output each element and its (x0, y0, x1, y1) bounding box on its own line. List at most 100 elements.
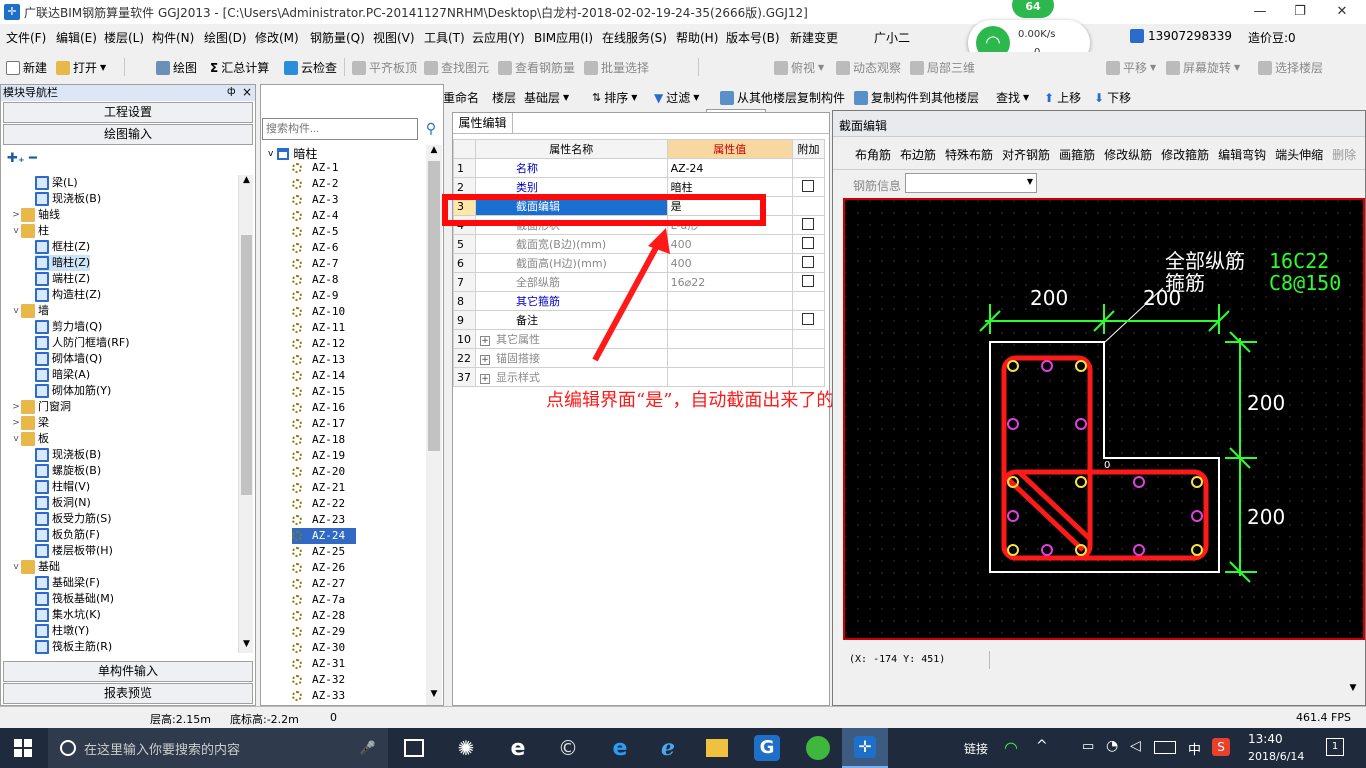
extra-checkbox[interactable] (802, 255, 815, 268)
nav-tree-item[interactable]: 板洞(N) (35, 495, 91, 511)
component-list-item[interactable]: AZ-21 (292, 480, 356, 496)
notification-center-icon[interactable]: 1 (1326, 738, 1344, 756)
property-value[interactable]: 400 (666, 234, 793, 254)
search-icon[interactable]: ⚲ (420, 118, 442, 140)
open-button[interactable]: 打开 ▼ (56, 59, 106, 76)
taskbar-search-input[interactable]: 在这里输入你要搜索的内容 🎤 (48, 728, 388, 768)
component-list-item[interactable]: AZ-13 (292, 352, 356, 368)
sort-button[interactable]: ⇅ 排序 ▼ (592, 89, 637, 106)
property-value[interactable]: 16⌀22 (666, 272, 793, 292)
wifi-signal-icon[interactable]: ◔ (1106, 738, 1118, 754)
menu-item-5[interactable]: 修改(M) (255, 29, 299, 46)
expand-all-icon[interactable]: ✚₊ (7, 151, 25, 166)
property-extra[interactable] (791, 310, 826, 330)
component-list-item[interactable]: AZ-7a (292, 592, 356, 608)
task-view-icon[interactable] (404, 739, 424, 757)
extra-checkbox[interactable] (802, 217, 815, 230)
nav-tree-item[interactable]: > 轴线 (11, 207, 60, 223)
nav-tree-item[interactable]: v 基础 (11, 559, 60, 575)
component-list-item[interactable]: AZ-26 (292, 560, 356, 576)
menu-item-13[interactable]: 版本号(B) (726, 29, 780, 46)
menu-item-8[interactable]: 工具(T) (424, 29, 465, 46)
component-list-item[interactable]: AZ-7 (292, 256, 356, 272)
windows-start-icon[interactable] (14, 739, 32, 757)
move-down-button[interactable]: ⬇ 下移 (1094, 89, 1131, 106)
copy-from-floor-button[interactable]: 从其他楼层复制构件 (720, 89, 845, 106)
ie-icon[interactable]: ℯ (656, 736, 680, 761)
select-floor-button[interactable]: 选择楼层 (1258, 59, 1323, 76)
maximize-button[interactable]: ❐ (1280, 0, 1320, 24)
component-list-item[interactable]: AZ-8 (292, 272, 356, 288)
section-tool-3[interactable]: 对齐钢筋 (1002, 146, 1050, 163)
property-value[interactable] (666, 348, 793, 368)
nav-scrollbar-thumb[interactable] (241, 235, 252, 495)
section-tool-0[interactable]: 布角筋 (855, 146, 891, 163)
floor-select[interactable]: 基础层 ▼ (524, 89, 569, 106)
nav-tree-item[interactable]: 螺旋板(B) (35, 463, 101, 479)
property-value[interactable] (666, 310, 793, 330)
nav-tree-item[interactable]: 暗梁(A) (35, 367, 90, 383)
draw-input-button[interactable]: 绘图输入 (3, 124, 253, 145)
property-row[interactable]: 37 + 显示样式 (453, 367, 826, 387)
file-explorer-icon[interactable] (706, 739, 728, 757)
property-extra[interactable] (791, 215, 826, 235)
component-list-item[interactable]: AZ-4 (292, 208, 356, 224)
nav-tree-item[interactable]: > 门窗洞 (11, 399, 71, 415)
price-beans[interactable]: 造价豆:0 (1248, 29, 1296, 46)
nav-tree-item[interactable]: 现浇板(B) (35, 447, 101, 463)
component-list-item[interactable]: AZ-14 (292, 368, 356, 384)
component-list-item[interactable]: AZ-18 (292, 432, 356, 448)
close-button[interactable]: ✕ (1322, 0, 1362, 24)
component-list-item[interactable]: AZ-16 (292, 400, 356, 416)
extra-checkbox[interactable] (802, 312, 815, 325)
section-tool-6[interactable]: 修改箍筋 (1161, 146, 1209, 163)
menu-item-15[interactable]: 广小二 (874, 29, 910, 46)
section-tool-2[interactable]: 特殊布筋 (945, 146, 993, 163)
tree-toggle-icon[interactable]: v (11, 559, 21, 575)
menu-item-12[interactable]: 帮助(H) (676, 29, 718, 46)
component-list-item[interactable]: AZ-1 (292, 160, 356, 176)
new-button[interactable]: 新建 (6, 59, 47, 76)
nav-tree-item[interactable]: v柱 (11, 223, 49, 239)
nav-tree-item[interactable]: 柱帽(V) (35, 479, 90, 495)
property-extra[interactable] (791, 272, 826, 292)
sogou-icon[interactable]: S (1212, 738, 1230, 756)
minimize-button[interactable]: — (1240, 0, 1280, 24)
component-list-item[interactable]: AZ-24 (292, 528, 356, 544)
local-3d-button[interactable]: 局部三维 (910, 59, 975, 76)
pin-icon[interactable]: ф (227, 86, 236, 97)
component-list-item[interactable]: AZ-25 (292, 544, 356, 560)
menu-item-11[interactable]: 在线服务(S) (602, 29, 667, 46)
keyboard-icon[interactable] (1154, 741, 1176, 754)
property-extra[interactable] (791, 291, 826, 311)
summary-calc-button[interactable]: Σ 汇总计算 (210, 59, 269, 76)
expand-icon[interactable]: + (479, 355, 490, 365)
nav-scrollbar[interactable]: ▲ ▼ (238, 175, 253, 653)
extra-checkbox[interactable] (802, 274, 815, 287)
menu-item-9[interactable]: 云应用(Y) (472, 29, 525, 46)
nav-tree-item[interactable]: 现浇板(B) (35, 191, 101, 207)
section-tool-7[interactable]: 编辑弯钩 (1218, 146, 1266, 163)
menu-item-10[interactable]: BIM应用(I) (534, 29, 593, 46)
nav-tree-item[interactable]: 构造柱(Z) (35, 287, 101, 303)
nav-tree-item[interactable]: v板 (11, 431, 49, 447)
edge-icon[interactable]: e (608, 736, 632, 761)
nav-tree-item[interactable]: 砌体加筋(Y) (35, 383, 111, 399)
menu-item-2[interactable]: 楼层(L) (104, 29, 144, 46)
nav-tree-item[interactable]: 板受力筋(S) (35, 511, 112, 527)
component-list-item[interactable]: AZ-11 (292, 320, 356, 336)
section-canvas[interactable]: 全部纵筋 箍筋 16C22 C8@150 200 200 200 200 0 (843, 198, 1365, 640)
nav-tree-item[interactable]: 暗柱(Z) (35, 255, 91, 271)
component-list-item[interactable]: AZ-6 (292, 240, 356, 256)
property-value[interactable]: 400 (666, 253, 793, 273)
nav-tree-item[interactable]: 筏板主筋(R) (35, 639, 112, 655)
move-up-button[interactable]: ⬆ 上移 (1044, 89, 1081, 106)
nav-tree-item[interactable]: 框柱(Z) (35, 239, 90, 255)
tree-toggle-icon[interactable]: v (11, 223, 21, 239)
component-list-item[interactable]: AZ-27 (292, 576, 356, 592)
component-list-item[interactable]: AZ-19 (292, 448, 356, 464)
component-scrollbar-thumb[interactable] (428, 161, 440, 451)
property-extra[interactable] (791, 367, 826, 387)
filter-button[interactable]: ▼ 过滤 ▼ (654, 89, 699, 106)
property-extra[interactable] (791, 196, 826, 216)
